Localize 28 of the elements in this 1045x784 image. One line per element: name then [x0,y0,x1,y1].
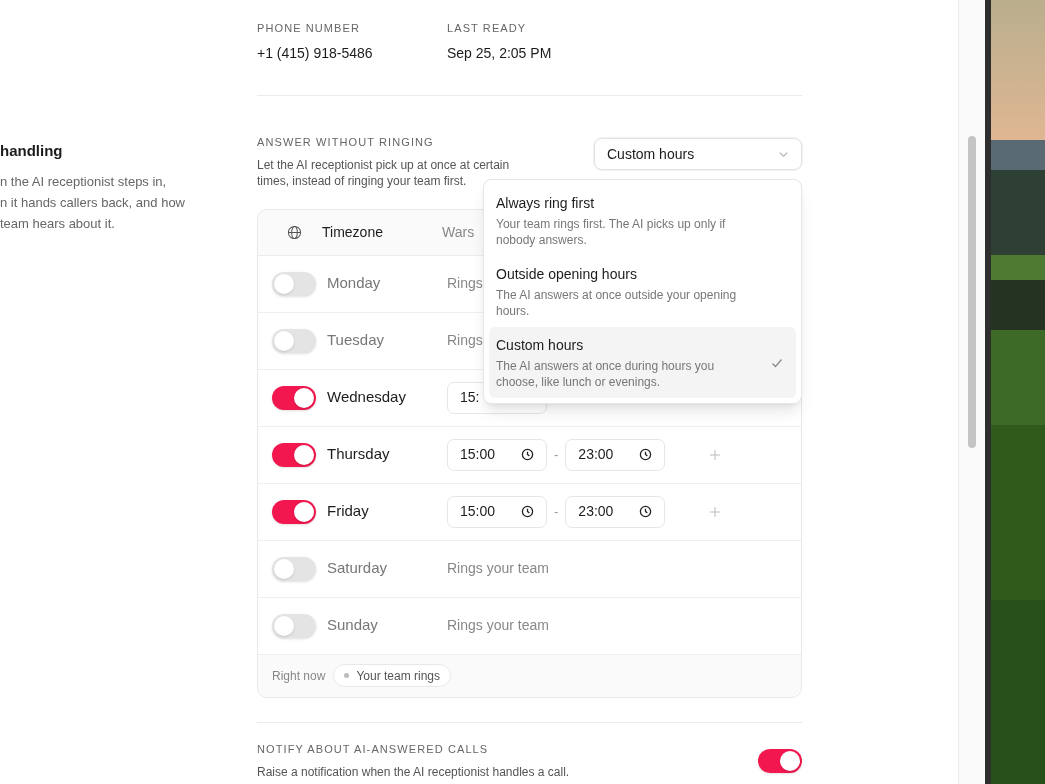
range-dash: - [554,445,559,464]
range-dash: - [554,502,559,521]
day-status: Rings [447,331,483,350]
day-status: Rings [447,274,483,293]
day-label: Thursday [327,444,391,465]
day-status: Rings your team [447,559,549,578]
field-label: PHONE NUMBER [257,21,362,36]
field-label: LAST READY [447,21,528,36]
section-description: n the AI receptionist steps in, [0,172,168,191]
setting-label: NOTIFY ABOUT AI-ANSWERED CALLS [257,741,490,757]
setting-description: Raise a notification when the AI receptionist handles a call. [257,764,570,781]
timezone-label: Timezone [322,222,384,242]
day-label: Monday [327,273,382,294]
field-value: +1 (415) 918-5486 [257,43,374,63]
setting-label: ANSWER WITHOUT RINGING [257,135,435,150]
field-value: Sep 25, 2:05 PM [447,43,552,63]
day-label: Wednesday [327,387,407,408]
section-description: n it hands callers back, and how [0,193,186,212]
day-label: Sunday [327,615,379,636]
section-title: handling [0,141,64,161]
status-badge: Your team rings [333,664,451,687]
day-label: Saturday [327,558,389,579]
day-status: Rings your team [447,616,549,635]
setting-description: Let the AI receptionist pick up at once at certain times, instead of ringing your team first. [257,156,511,189]
section-description: team hears about it. [0,214,116,233]
status-label: Right now [272,667,326,685]
day-label: Tuesday [327,330,385,351]
day-label: Friday [327,501,370,522]
